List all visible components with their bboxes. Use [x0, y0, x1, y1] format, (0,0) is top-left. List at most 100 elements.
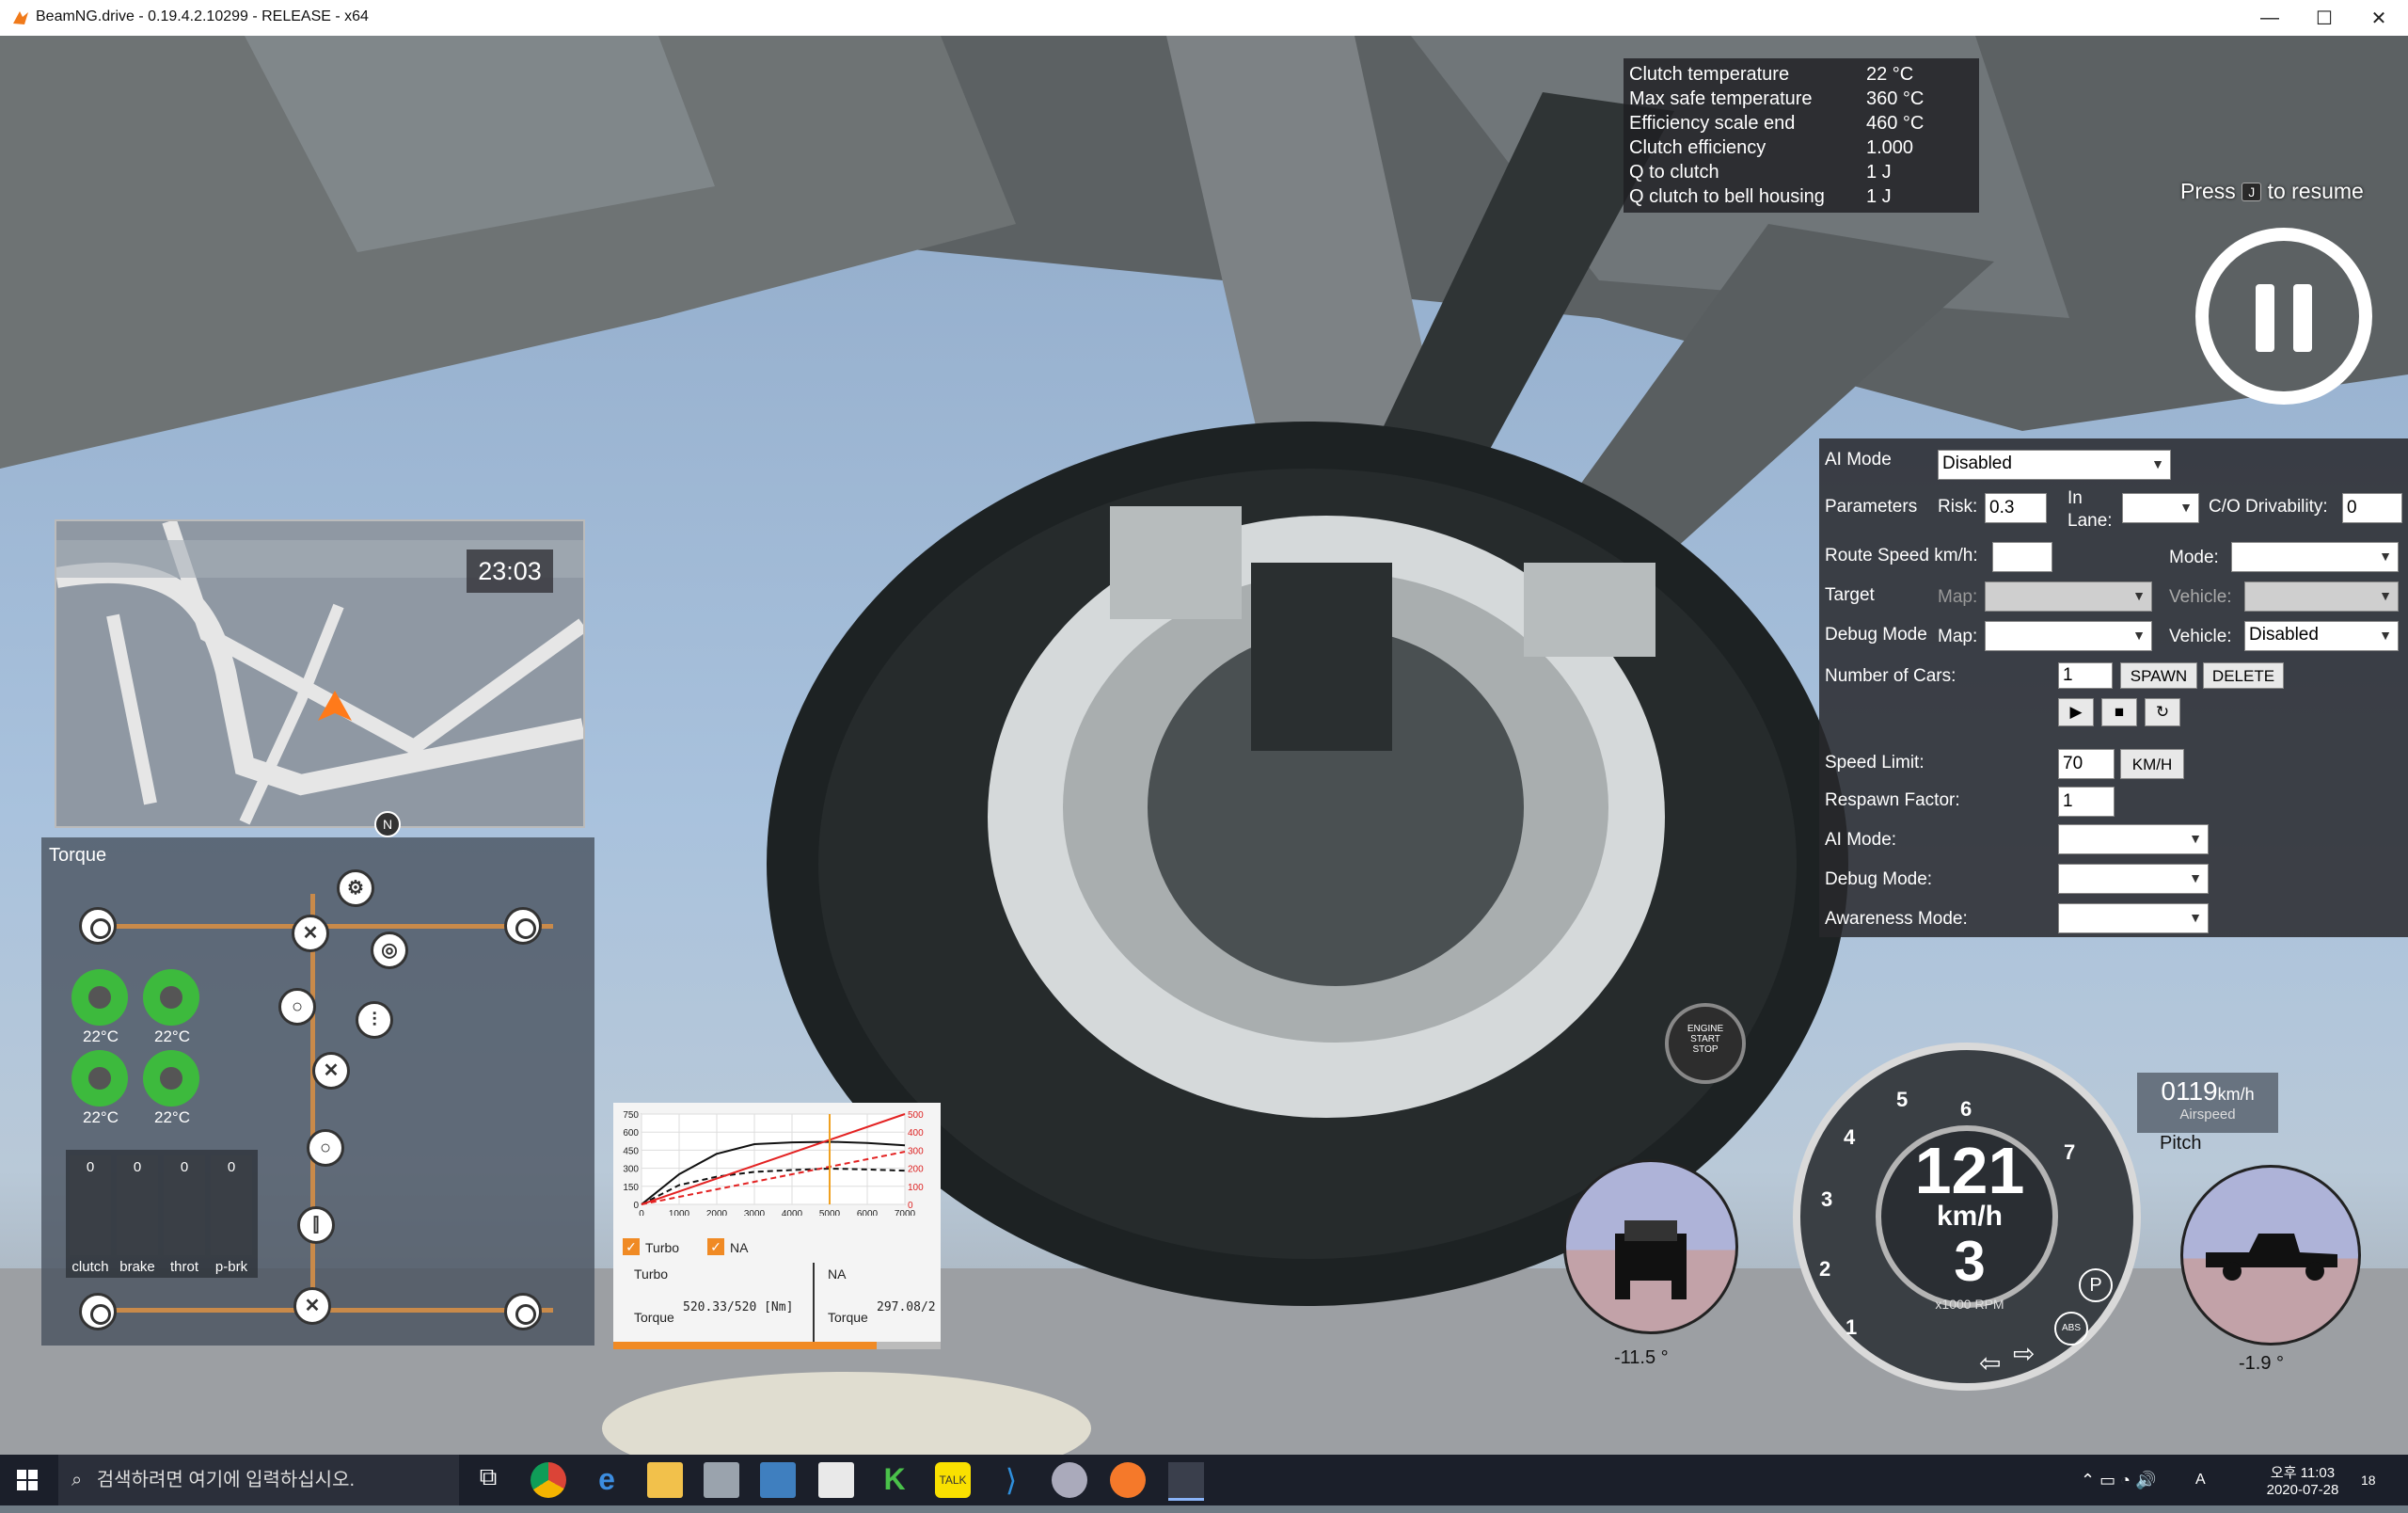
chrome-icon[interactable] — [531, 1462, 566, 1498]
y2-tick-label: 400 — [908, 1128, 924, 1139]
engine-icon: ⚙ — [337, 869, 374, 907]
brake-temp: 22°C — [154, 1027, 190, 1045]
in-lane-select[interactable]: ▼ — [2122, 493, 2199, 523]
driveshaft-coupling-icon: ○ — [307, 1129, 344, 1167]
resume-hint: Press J to resume — [2180, 179, 2364, 203]
co-drivability-input[interactable]: 0 — [2342, 493, 2402, 523]
edge-icon[interactable]: e — [589, 1462, 625, 1498]
target-label: Target — [1825, 585, 1875, 605]
turbo-checkbox[interactable]: ✓ — [623, 1238, 640, 1255]
debug-map-select[interactable]: ▼ — [1985, 621, 2152, 651]
pause-button[interactable] — [2195, 228, 2372, 405]
na-checkbox[interactable]: ✓ — [707, 1238, 724, 1255]
search-placeholder: 검색하려면 여기에 입력하십시오. — [96, 1470, 356, 1490]
maximize-button[interactable]: ☐ — [2295, 0, 2353, 36]
wheel-rear-right-icon — [504, 1293, 542, 1330]
vehicle-side-icon — [2206, 1234, 2337, 1281]
respawn-factor-input[interactable]: 1 — [2058, 787, 2115, 817]
shaft-joint-icon: ⫿ — [297, 1206, 335, 1244]
speed-limit-input[interactable]: 70 — [2058, 749, 2115, 779]
speed-unit-button[interactable]: KM/H — [2120, 749, 2184, 779]
disk-icon[interactable] — [1052, 1462, 1087, 1498]
ai-mode2-select[interactable]: ▼ — [2058, 824, 2209, 854]
na-section-title: NA — [828, 1266, 847, 1282]
transfer-case-icon: ◎ — [371, 932, 408, 969]
file-explorer-icon[interactable] — [647, 1462, 683, 1498]
chevron-down-icon: ▼ — [2189, 910, 2202, 925]
rpm-tick: 3 — [1821, 1187, 1833, 1211]
pitch-attitude-gauge — [2180, 1165, 2361, 1346]
minimize-button[interactable]: — — [2241, 0, 2299, 36]
chevron-down-icon: ▼ — [2179, 500, 2193, 515]
na-torque-value: 297.08/2 — [877, 1300, 936, 1314]
rpm-tick: 4 — [1844, 1125, 1856, 1149]
brake-temp: 22°C — [154, 1108, 190, 1126]
progress-fill — [613, 1342, 877, 1349]
chevron-down-icon: ▼ — [2132, 588, 2146, 603]
stop-button[interactable]: ■ — [2101, 698, 2137, 726]
delete-button[interactable]: DELETE — [2203, 662, 2284, 689]
clutch-icon: ○ — [278, 988, 316, 1026]
risk-label: Risk: — [1938, 497, 1978, 517]
brake-front-right-icon — [143, 969, 199, 1026]
rpm-unit: x1000 RPM — [1935, 1297, 2004, 1312]
torque-curve-widget: 750 600 450 300 150 0 500 400 300 200 100 0 0 1000 200… — [613, 1103, 941, 1349]
input-language-indicator[interactable]: A — [2195, 1455, 2206, 1505]
python-icon[interactable] — [760, 1462, 796, 1498]
taskbar-search[interactable]: ⌕ 검색하려면 여기에 입력하십시오. — [58, 1455, 459, 1505]
airspeed-label: Airspeed — [2179, 1107, 2236, 1123]
brake-temp: 22°C — [83, 1027, 119, 1045]
chevron-down-icon: ▼ — [2379, 588, 2392, 603]
rpm-tick: 1 — [1846, 1315, 1858, 1339]
debug-vehicle-select[interactable]: Disabled ▼ — [2244, 621, 2399, 651]
close-button[interactable]: ✕ — [2350, 0, 2408, 36]
target-vehicle-label: Vehicle: — [2169, 587, 2232, 607]
speedometer-gauge: 1 2 3 4 5 6 7 121 km/h 3 x1000 RPM P ABS… — [1793, 1043, 2141, 1391]
beamng-taskbar-icon[interactable] — [1168, 1462, 1204, 1501]
blender-icon[interactable] — [1110, 1462, 1146, 1498]
number-of-cars-input[interactable]: 1 — [2058, 662, 2113, 689]
kakaotalk-icon[interactable]: TALK — [935, 1462, 971, 1498]
gear-value: 3 — [1954, 1230, 1986, 1293]
window-title: BeamNG.drive - 0.19.4.2.10299 - RELEASE … — [36, 8, 369, 24]
y-tick-label: 150 — [623, 1183, 639, 1193]
ai-control-panel: AI Mode Disabled ▼ Parameters Risk: 0.3 I… — [1819, 438, 2408, 937]
x-tick-label: 7000 — [895, 1209, 916, 1216]
spawn-button[interactable]: SPAWN — [2120, 662, 2197, 689]
na-legend-label: NA — [730, 1240, 749, 1255]
chevron-down-icon: ▼ — [2379, 549, 2392, 564]
abs-icon: ABS — [2054, 1312, 2088, 1346]
mode-select[interactable]: ▼ — [2231, 542, 2399, 572]
notepad-icon[interactable] — [818, 1462, 854, 1498]
kite-icon[interactable]: K — [877, 1462, 912, 1498]
debug-mode2-select[interactable]: ▼ — [2058, 864, 2209, 894]
vscode-icon[interactable]: ⟩ — [993, 1462, 1029, 1498]
windows-start-icon[interactable] — [17, 1470, 38, 1490]
risk-input[interactable]: 0.3 — [1985, 493, 2047, 523]
wheel-front-right-icon — [504, 907, 542, 945]
brake-rear-right-icon — [143, 1050, 199, 1107]
gearbox-icon: ⫶ — [356, 1001, 393, 1039]
target-map-select[interactable]: ▼ — [1985, 581, 2152, 612]
task-view-icon[interactable]: ⧉ — [470, 1462, 506, 1498]
window-titlebar: BeamNG.drive - 0.19.4.2.10299 - RELEASE … — [0, 0, 2408, 37]
ai-mode-select[interactable]: Disabled ▼ — [1938, 450, 2171, 480]
route-speed-input[interactable] — [1992, 542, 2052, 572]
debug-map-label: Map: — [1938, 627, 1978, 646]
target-vehicle-select[interactable]: ▼ — [2244, 581, 2399, 612]
notification-icon[interactable]: 18 — [2361, 1455, 2376, 1505]
reset-button[interactable]: ↻ — [2145, 698, 2180, 726]
minimap-clock: 23:03 — [467, 549, 553, 593]
ai-mode2-label: AI Mode: — [1825, 830, 1897, 850]
app-icon[interactable] — [704, 1462, 739, 1498]
roll-attitude-gauge — [1563, 1159, 1738, 1334]
airspeed-display: 0119km/h Airspeed — [2137, 1073, 2278, 1133]
play-button[interactable]: ▶ — [2058, 698, 2094, 726]
pitch-value: -1.9 ° — [2239, 1353, 2285, 1374]
y-tick-label: 300 — [623, 1165, 639, 1175]
divider — [813, 1263, 815, 1342]
front-differential-icon: ✕ — [292, 915, 329, 952]
awareness-mode-select[interactable]: ▼ — [2058, 903, 2209, 933]
engine-start-stop-button[interactable]: ENGINE START STOP — [1665, 1003, 1746, 1084]
turn-left-icon: ⇦ — [1979, 1348, 2002, 1378]
